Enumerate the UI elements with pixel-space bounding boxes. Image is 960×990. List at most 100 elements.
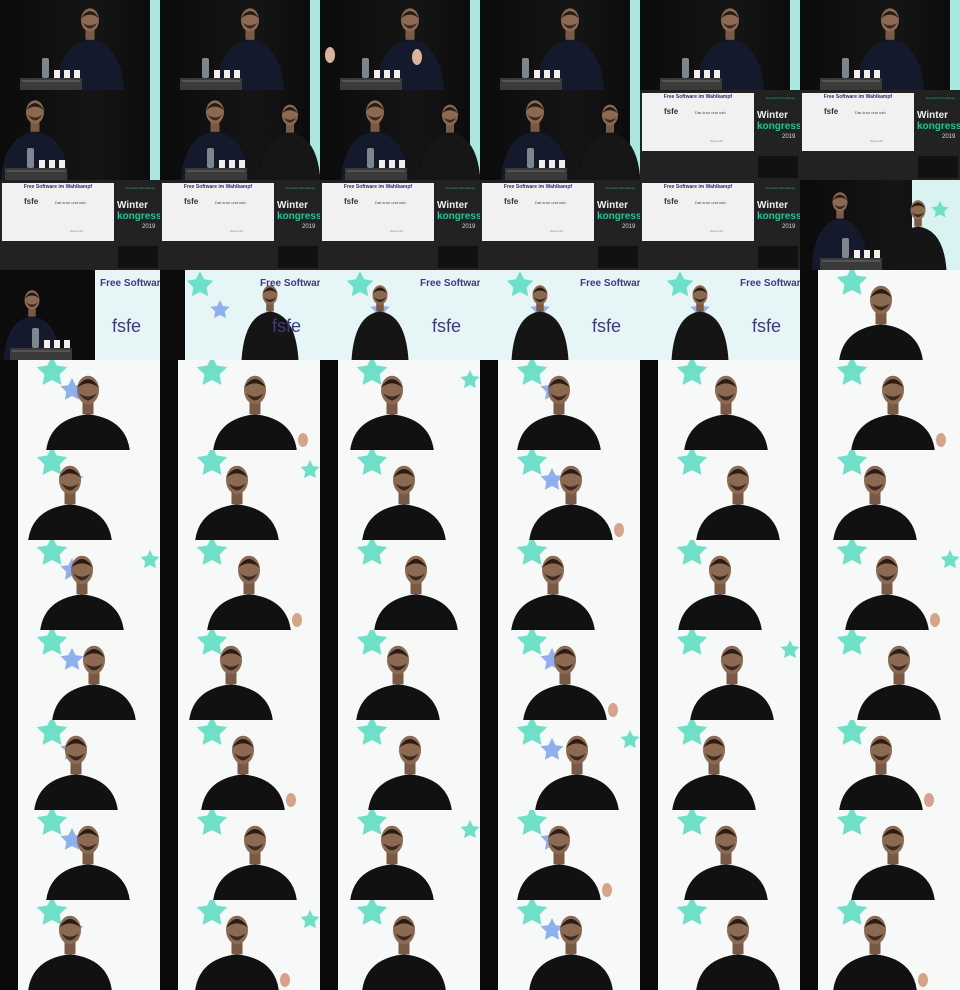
cup <box>549 160 555 168</box>
year-label: 2019 <box>462 224 476 230</box>
stage-edge <box>160 810 178 900</box>
frame-picture <box>0 450 160 540</box>
frame-picture <box>320 360 480 450</box>
winter-label: Winter <box>277 200 309 211</box>
speaker-inset <box>758 156 798 178</box>
stage-edge <box>640 900 658 990</box>
frame-picture <box>500 90 640 180</box>
hand <box>918 973 928 987</box>
slide-fsfe-logo: fsfe <box>344 197 359 206</box>
slide-org-label: Deutscher Bundestag <box>606 186 635 190</box>
slide-panel <box>642 93 754 151</box>
frame-picture <box>0 90 160 180</box>
podium-edge <box>22 80 80 82</box>
kongress-label: kongress <box>597 211 640 222</box>
frame-picture <box>640 720 800 810</box>
video-frame-22: Free Software im fsfe <box>480 270 640 360</box>
frame-picture <box>0 900 160 990</box>
cup <box>74 70 80 78</box>
speaker-inset <box>278 246 318 268</box>
cup <box>214 70 220 78</box>
slide-footer: Sonnit all ... <box>70 229 86 233</box>
frame-picture <box>800 360 960 450</box>
slide-subtitle: Dar kurz und nah <box>695 200 726 205</box>
video-frame-41 <box>640 540 800 630</box>
stage-edge <box>160 900 178 990</box>
frame-picture <box>160 450 320 540</box>
stage-edge <box>320 360 338 450</box>
cup <box>54 340 60 348</box>
stage-edge <box>480 540 498 630</box>
frame-picture <box>160 360 320 450</box>
video-frame-27 <box>320 360 480 450</box>
video-frame-37 <box>0 540 160 630</box>
cup <box>854 250 860 258</box>
stage-edge <box>800 270 818 360</box>
podium <box>505 168 567 180</box>
video-frame-26 <box>160 360 320 450</box>
slide-fsfe-logo: fsfe <box>24 197 39 206</box>
video-frame-20: Free Software im fsfe <box>160 270 320 360</box>
frame-picture <box>811 180 960 270</box>
slide-subtitle: Dar kurz und nah <box>855 110 886 115</box>
cup <box>54 70 60 78</box>
video-frame-53 <box>640 720 800 810</box>
stage-edge <box>480 810 498 900</box>
frame-picture <box>480 540 640 630</box>
video-frame-13: Free Software im Wahlkampf fsfe Dar kurz… <box>0 180 160 270</box>
slide-org-label: Deutscher Bundestag <box>446 186 475 190</box>
frame-picture <box>0 630 160 720</box>
stage-edge <box>0 360 18 450</box>
slide-subtitle: Dar kurz und nah <box>535 200 566 205</box>
podium-edge <box>347 170 405 172</box>
frame-picture <box>320 450 480 540</box>
slide-fsfe-logo: fsfe <box>664 107 679 116</box>
frame-picture <box>480 810 640 900</box>
projected-fsfe-logo: fsfe <box>112 316 142 336</box>
podium-edge <box>342 80 400 82</box>
cup <box>559 160 565 168</box>
frame-picture <box>160 900 320 990</box>
video-frame-24 <box>800 270 960 360</box>
video-frame-9 <box>320 90 480 180</box>
video-frame-66 <box>800 900 960 990</box>
video-frame-35 <box>640 450 800 540</box>
projected-fsfe-logo: fsfe <box>592 316 622 336</box>
year-label: 2019 <box>942 134 956 140</box>
cup <box>694 70 700 78</box>
frame-picture <box>640 900 800 990</box>
winter-label: Winter <box>757 110 789 121</box>
frame-picture <box>800 810 960 900</box>
slide-fsfe-logo: fsfe <box>184 197 199 206</box>
cup <box>874 70 880 78</box>
frame-picture <box>820 0 960 90</box>
frame-picture <box>660 0 800 90</box>
hand <box>325 47 335 63</box>
frame-picture <box>640 450 800 540</box>
frame-picture <box>160 540 320 630</box>
slide-panel <box>642 183 754 241</box>
frame-picture <box>0 360 160 450</box>
frame-picture <box>180 0 320 90</box>
cup <box>534 70 540 78</box>
stage-screen-edge <box>950 0 960 90</box>
cup <box>384 70 390 78</box>
stage-edge <box>320 630 338 720</box>
stage-edge <box>0 810 18 900</box>
frame-picture <box>640 630 800 720</box>
podium-edge <box>662 80 720 82</box>
stage-edge <box>0 450 18 540</box>
stage-edge <box>800 900 818 990</box>
video-frame-42 <box>800 540 960 630</box>
stage-edge <box>320 450 338 540</box>
video-frame-60 <box>800 810 960 900</box>
frame-picture <box>500 0 640 90</box>
cup <box>389 160 395 168</box>
video-frame-5 <box>640 0 800 90</box>
video-frame-6 <box>800 0 960 90</box>
slide-panel <box>2 183 114 241</box>
slide-footer: Sonnit all ... <box>710 139 726 143</box>
stage-edge <box>640 450 658 540</box>
frame-picture <box>480 900 640 990</box>
video-frame-23: Free Software im fsfe <box>640 270 800 360</box>
